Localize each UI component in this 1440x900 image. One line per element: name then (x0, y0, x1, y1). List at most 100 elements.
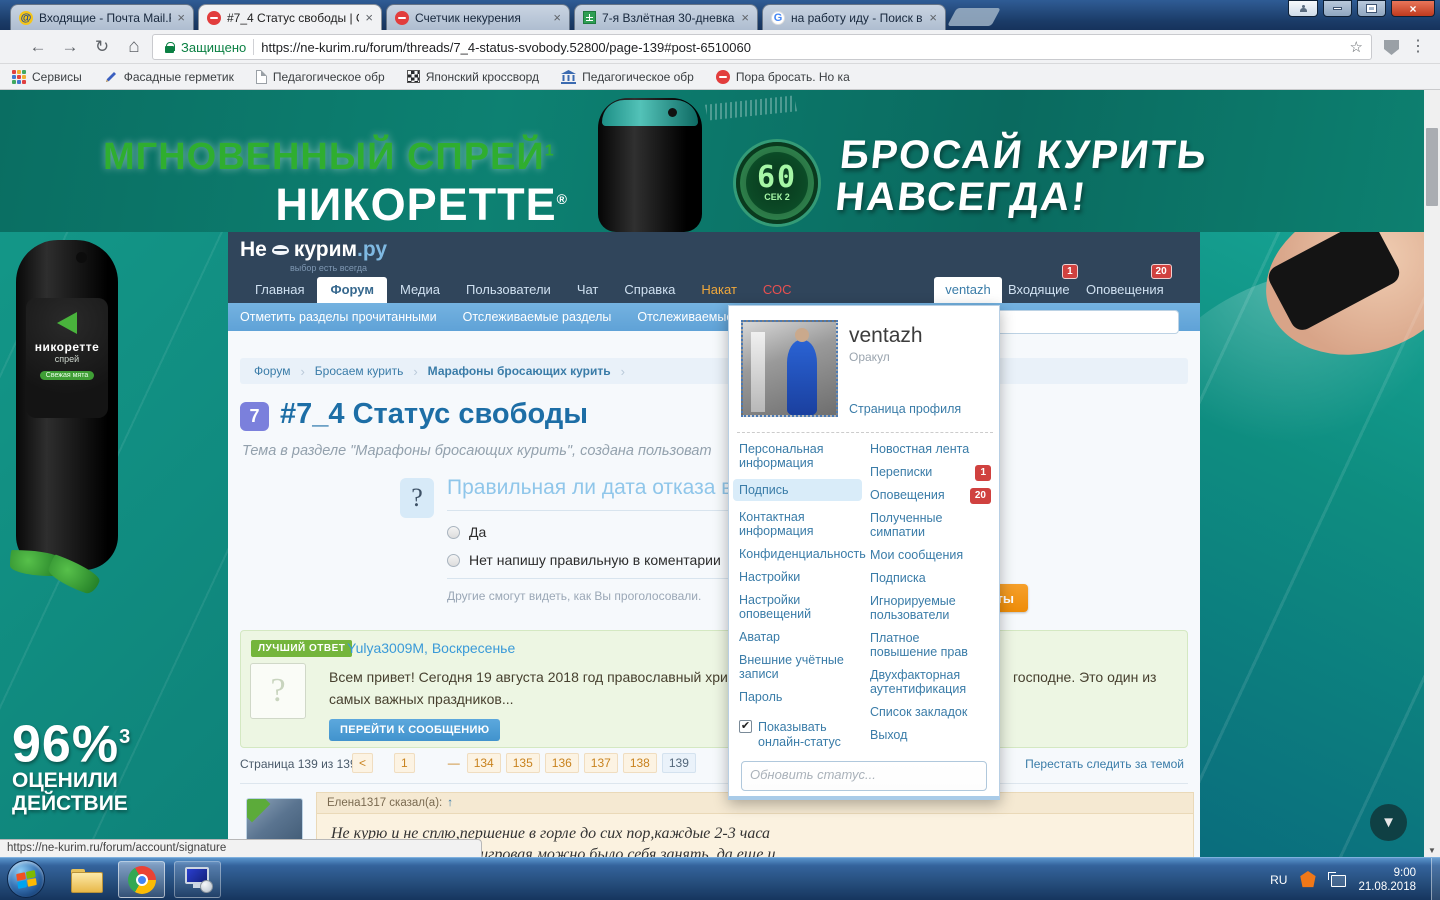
page-link-1[interactable]: 1 (394, 753, 415, 773)
menu-item-avatar[interactable]: Аватар (739, 630, 860, 644)
subnav-watched-forums[interactable]: Отслеживаемые разделы (463, 310, 612, 324)
minimize-button[interactable] (1323, 0, 1352, 17)
forward-button[interactable]: → (58, 35, 82, 59)
home-button[interactable]: ⌂ (122, 35, 146, 59)
menu-item-paid-upgrade[interactable]: Платное повышение прав (870, 631, 991, 659)
menu-item-external-accounts[interactable]: Внешние учётные записи (739, 653, 860, 681)
nav-item-nakat[interactable]: Накат (688, 277, 750, 303)
menu-item-privacy[interactable]: Конфиденциальность (739, 547, 860, 561)
tab-close-icon[interactable]: × (929, 11, 937, 24)
show-desktop-button[interactable] (1431, 858, 1440, 900)
menu-item-password[interactable]: Пароль (739, 690, 860, 704)
prev-page-button[interactable]: < (352, 753, 373, 773)
start-button[interactable] (7, 860, 45, 898)
menu-item-conversations[interactable]: Переписки 1 (870, 465, 991, 479)
menu-item-preferences[interactable]: Настройки (739, 570, 860, 584)
online-status-toggle[interactable]: ✔ Показывать онлайн-статус (739, 720, 860, 750)
avatar[interactable] (741, 320, 838, 417)
bookmark-pedagogical-2[interactable]: Педагогическое обр (561, 70, 694, 84)
tab-close-icon[interactable]: × (365, 11, 373, 24)
poll-option-yes[interactable]: Да (447, 524, 486, 540)
nav-user-ventazh[interactable]: ventazh (934, 277, 1002, 303)
nav-item-glavnaya[interactable]: Главная (242, 277, 317, 303)
clock[interactable]: 9:00 21.08.2018 (1358, 866, 1416, 894)
forum-search-input[interactable] (993, 310, 1179, 334)
quote-jump-arrow[interactable]: ↑ (447, 797, 453, 809)
bookmark-pedagogical-1[interactable]: Педагогическое обр (256, 70, 385, 84)
nav-item-chat[interactable]: Чат (564, 277, 612, 303)
bookmark-services[interactable]: Сервисы (12, 70, 82, 84)
scroll-to-bottom-button[interactable]: ▼ (1370, 804, 1407, 841)
tab-google-search[interactable]: G на работу иду - Поиск в × (762, 4, 946, 30)
nav-alerts[interactable]: Оповещения 20 (1086, 282, 1164, 297)
browser-menu-icon[interactable]: ⋮ (1410, 36, 1426, 56)
back-button[interactable]: ← (26, 35, 50, 59)
menu-item-two-factor[interactable]: Двухфакторная аутентификация (870, 668, 991, 696)
page-link-135[interactable]: 135 (506, 753, 540, 773)
checkbox-checked[interactable]: ✔ (739, 720, 752, 733)
page-link-134[interactable]: 134 (467, 753, 501, 773)
status-update-input[interactable] (741, 761, 987, 791)
menu-item-signature[interactable]: Подпись (733, 479, 862, 501)
menu-item-alerts[interactable]: Оповещения 20 (870, 488, 991, 502)
tab-vzljotnaya[interactable]: 7-я Взлётная 30-дневка × (574, 4, 758, 30)
menu-item-personal-info[interactable]: Персональная информация (739, 442, 860, 470)
quote-author-link[interactable]: Елена1317 сказал(а): (327, 797, 442, 809)
poll-option-no[interactable]: Нет напишу правильную в коментарии (447, 552, 721, 568)
tab-mail[interactable]: @ Входящие - Почта Mail.R × (10, 4, 194, 30)
tab-schetchik[interactable]: Счетчик некурения × (386, 4, 570, 30)
bookmark-star-icon[interactable]: ☆ (1350, 38, 1363, 56)
nicorette-side-ad-left[interactable]: никоретте спрей Свежая мята 96%3 ОЦЕНИЛИ… (0, 232, 228, 857)
menu-item-bookmarks-list[interactable]: Список закладок (870, 705, 991, 719)
close-button[interactable]: × (1391, 0, 1435, 17)
language-indicator[interactable]: RU (1270, 873, 1287, 887)
tab-status-svobody[interactable]: #7_4 Статус свободы | Ст × (198, 4, 382, 30)
tab-close-icon[interactable]: × (741, 11, 749, 24)
bookmark-pora-brosat[interactable]: Пора бросать. Но ка (716, 70, 850, 84)
taskbar-explorer-button[interactable] (62, 861, 109, 898)
address-bar[interactable]: Защищено https://ne-kurim.ru/forum/threa… (152, 34, 1372, 60)
nav-item-users[interactable]: Пользователи (453, 277, 564, 303)
menu-item-subscription[interactable]: Подписка (870, 571, 991, 585)
new-tab-button[interactable] (947, 8, 1001, 26)
menu-item-logout[interactable]: Выход (870, 728, 991, 742)
taskbar-chrome-button[interactable] (118, 861, 165, 898)
tab-close-icon[interactable]: × (177, 11, 185, 24)
menu-item-news-feed[interactable]: Новостная лента (870, 442, 991, 456)
radio-button[interactable] (447, 554, 460, 567)
nicorette-banner-ad[interactable]: МГНОВЕННЫЙ СПРЕЙ1 НИКОРЕТТЕ® 60 СЕК 2 БР… (0, 90, 1424, 232)
nicorette-side-ad-right[interactable] (1200, 232, 1424, 857)
scrollbar-down-arrow[interactable]: ▼ (1424, 846, 1440, 855)
reload-button[interactable]: ↻ (90, 35, 114, 59)
goto-message-button[interactable]: ПЕРЕЙТИ К СООБЩЕНИЮ (329, 719, 500, 741)
menu-item-ignored-users[interactable]: Игнорируемые пользователи (870, 594, 991, 622)
menu-item-alert-preferences[interactable]: Настройки оповещений (739, 593, 860, 621)
breadcrumb-forum[interactable]: Форум (254, 364, 290, 378)
breadcrumb-brosaem[interactable]: Бросаем курить (315, 364, 404, 378)
page-link-137[interactable]: 137 (584, 753, 618, 773)
tab-close-icon[interactable]: × (553, 11, 561, 24)
bookmark-germetiki[interactable]: Фасадные герметик (104, 70, 234, 84)
best-answer-author-link[interactable]: Yulya3009M, Воскресенье (347, 640, 515, 656)
breadcrumb-marafony[interactable]: Марафоны бросающих курить (428, 364, 611, 378)
antivirus-tray-icon[interactable] (1299, 871, 1316, 888)
nav-item-sos[interactable]: СОС (750, 277, 805, 303)
scrollbar-thumb[interactable] (1426, 128, 1438, 206)
site-logo[interactable]: Не курим.ру (240, 238, 387, 262)
nav-item-media[interactable]: Медиа (387, 277, 453, 303)
menu-item-likes-received[interactable]: Полученные симпатии (870, 511, 991, 539)
unfollow-thread-link[interactable]: Перестать следить за темой (1025, 757, 1184, 771)
bookmark-crossword[interactable]: Японский кроссворд (407, 70, 539, 84)
menu-item-contact-info[interactable]: Контактная информация (739, 510, 860, 538)
page-link-136[interactable]: 136 (545, 753, 579, 773)
subnav-mark-read[interactable]: Отметить разделы прочитанными (240, 310, 437, 324)
profile-page-link[interactable]: Страница профиля (849, 402, 961, 416)
nav-item-forum[interactable]: Форум (317, 277, 386, 303)
extension-icon[interactable] (1384, 40, 1399, 55)
network-tray-icon[interactable] (1328, 872, 1346, 887)
vertical-scrollbar[interactable]: ▼ (1424, 90, 1440, 857)
nav-item-help[interactable]: Справка (611, 277, 688, 303)
maximize-button[interactable] (1357, 0, 1386, 17)
nav-inbox[interactable]: Входящие 1 (1008, 282, 1070, 297)
taskbar-remote-desktop-button[interactable] (174, 861, 221, 898)
